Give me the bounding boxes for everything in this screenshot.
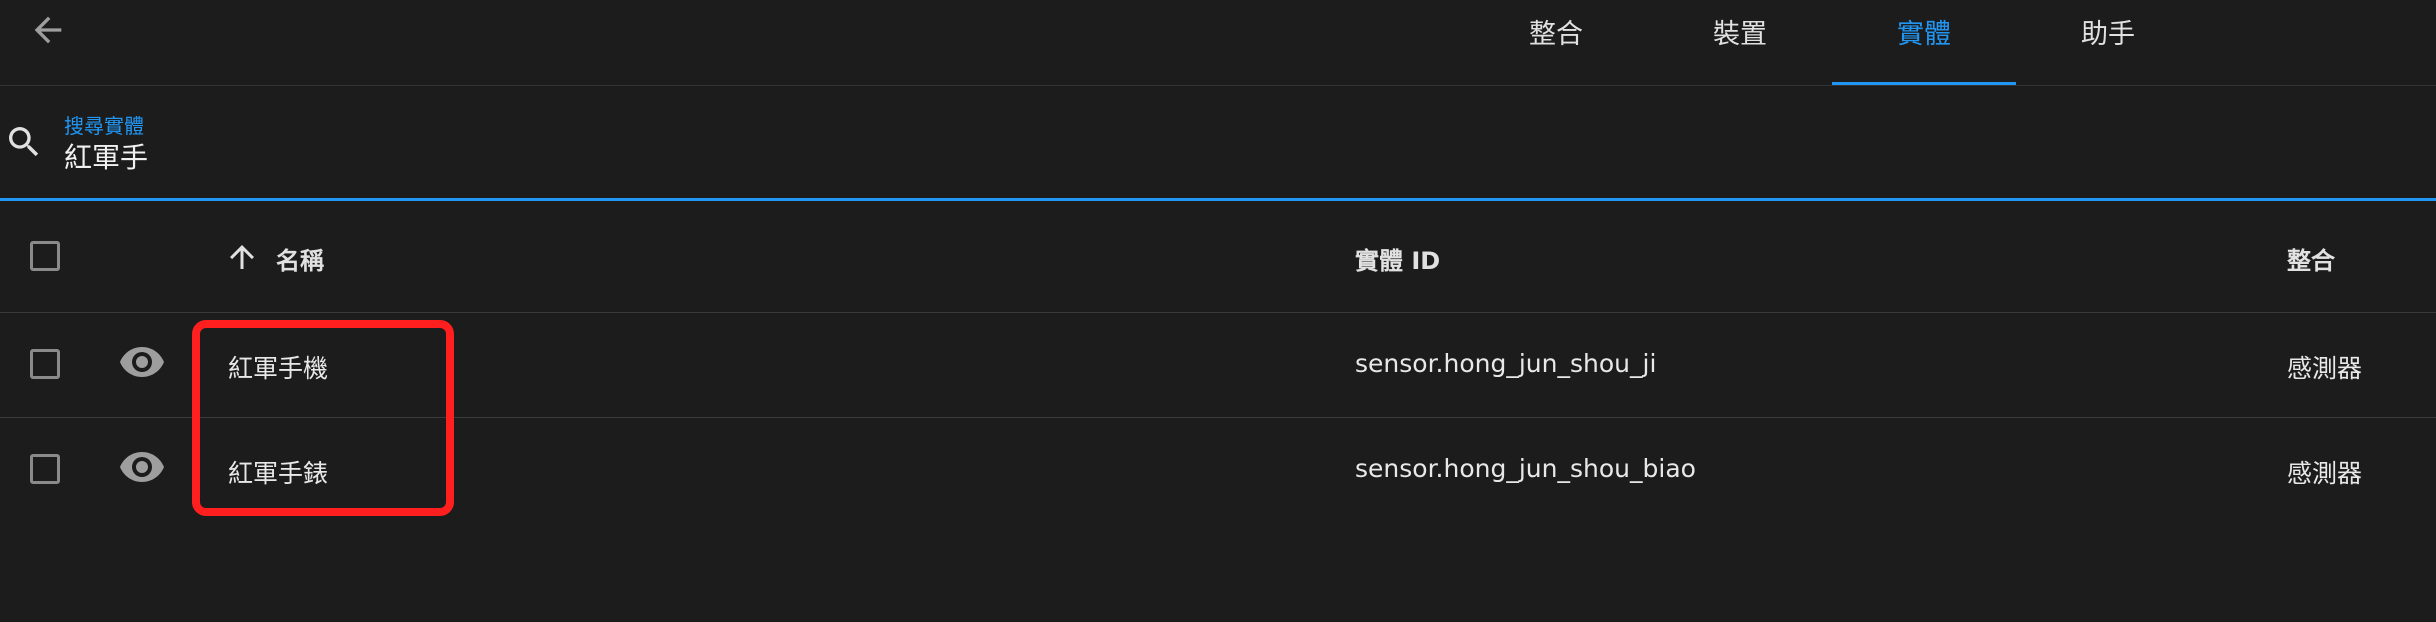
column-header-name[interactable]: 名稱: [276, 241, 324, 276]
row-checkbox[interactable]: [30, 349, 60, 379]
entity-id: sensor.hong_jun_shou_ji: [1355, 349, 1657, 378]
search-icon: [9, 127, 39, 157]
entity-name: 紅軍手機: [228, 354, 329, 383]
entity-integration: 感測器: [2287, 354, 2363, 383]
column-header-entity-id[interactable]: 實體 ID: [1355, 241, 1440, 276]
config-tabs: 整合 裝置 實體 助手: [1464, 0, 2200, 85]
tab-label: 裝置: [1713, 19, 1767, 50]
eye-icon: [120, 347, 164, 377]
arrow-up-icon[interactable]: [224, 237, 260, 277]
tab-integrations[interactable]: 整合: [1464, 0, 1648, 85]
tab-label: 整合: [1529, 19, 1583, 50]
column-header-integration[interactable]: 整合: [2287, 241, 2335, 276]
entity-id: sensor.hong_jun_shou_biao: [1355, 454, 1696, 483]
tab-entities[interactable]: 實體: [1832, 0, 2016, 85]
table-header: 名稱 實體 ID 整合: [0, 201, 2436, 313]
arrow-left-icon: [34, 16, 62, 44]
top-app-bar: 整合 裝置 實體 助手: [0, 0, 2436, 86]
entities-page: 整合 裝置 實體 助手 搜尋實體 名稱 實體 ID 整合: [0, 0, 2436, 622]
back-button[interactable]: [16, 0, 80, 60]
tab-label: 助手: [2081, 19, 2135, 50]
row-checkbox[interactable]: [30, 454, 60, 484]
select-all-checkbox[interactable]: [30, 241, 60, 271]
entity-integration: 感測器: [2287, 459, 2363, 488]
search-bar: 搜尋實體: [0, 86, 2436, 201]
tab-devices[interactable]: 裝置: [1648, 0, 1832, 85]
eye-icon: [120, 452, 164, 482]
search-label: 搜尋實體: [64, 114, 144, 138]
tab-label: 實體: [1897, 19, 1951, 50]
table-row[interactable]: 紅軍手機 sensor.hong_jun_shou_ji 感測器: [0, 313, 2436, 418]
table-row[interactable]: 紅軍手錶 sensor.hong_jun_shou_biao 感測器: [0, 418, 2436, 522]
entity-name: 紅軍手錶: [228, 459, 329, 488]
tab-helpers[interactable]: 助手: [2016, 0, 2200, 85]
search-input[interactable]: [64, 136, 964, 176]
